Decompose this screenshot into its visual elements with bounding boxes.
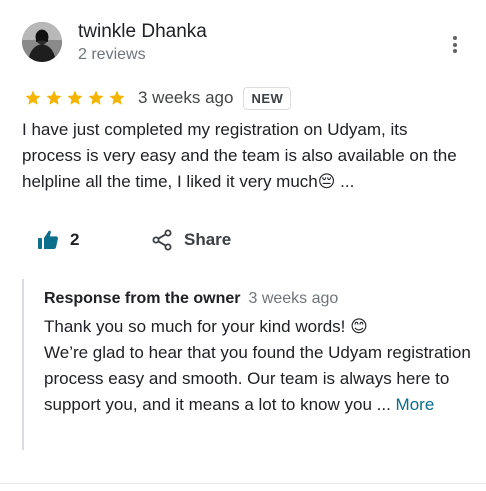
review-actions: 2 Share [22, 224, 322, 258]
new-badge: NEW [243, 86, 292, 110]
star-icon [46, 90, 62, 105]
like-button[interactable]: 2 [36, 228, 79, 252]
review-date: 3 weeks ago [138, 88, 234, 107]
author-name[interactable]: twinkle Dhanka [78, 20, 207, 44]
owner-response-header: Response from the owner 3 weeks ago [44, 288, 338, 310]
star-icon [88, 90, 104, 105]
divider [0, 483, 486, 484]
star-icon [67, 90, 83, 105]
thumbs-up-icon [38, 230, 58, 249]
owner-response-line: Thank you so much for your kind words! 😊 [44, 317, 368, 336]
review-text: I have just completed my registration on… [22, 120, 457, 191]
author-review-count: 2 reviews [78, 46, 146, 63]
share-label: Share [184, 230, 232, 249]
avatar-photo [22, 22, 62, 62]
rating-row: 3 weeks ago NEW [24, 86, 292, 110]
owner-response-date: 3 weeks ago [248, 290, 339, 307]
author-avatar[interactable] [22, 22, 62, 62]
more-options-icon[interactable] [446, 34, 464, 58]
owner-response-text: Thank you so much for your kind words! 😊… [44, 314, 472, 418]
owner-response-body: We’re glad to hear that you found the Ud… [44, 340, 472, 418]
like-count: 2 [70, 230, 80, 249]
more-link[interactable]: More [396, 395, 435, 414]
review-card: twinkle Dhanka 2 reviews 3 weeks ago NEW… [0, 0, 486, 491]
share-button[interactable]: Share [150, 228, 231, 252]
share-icon [152, 229, 172, 251]
star-icon [109, 90, 125, 105]
owner-response-title: Response from the owner [44, 290, 241, 307]
star-icon [25, 90, 41, 105]
owner-response: Response from the owner 3 weeks ago Thank… [22, 279, 474, 450]
star-rating [24, 89, 126, 107]
